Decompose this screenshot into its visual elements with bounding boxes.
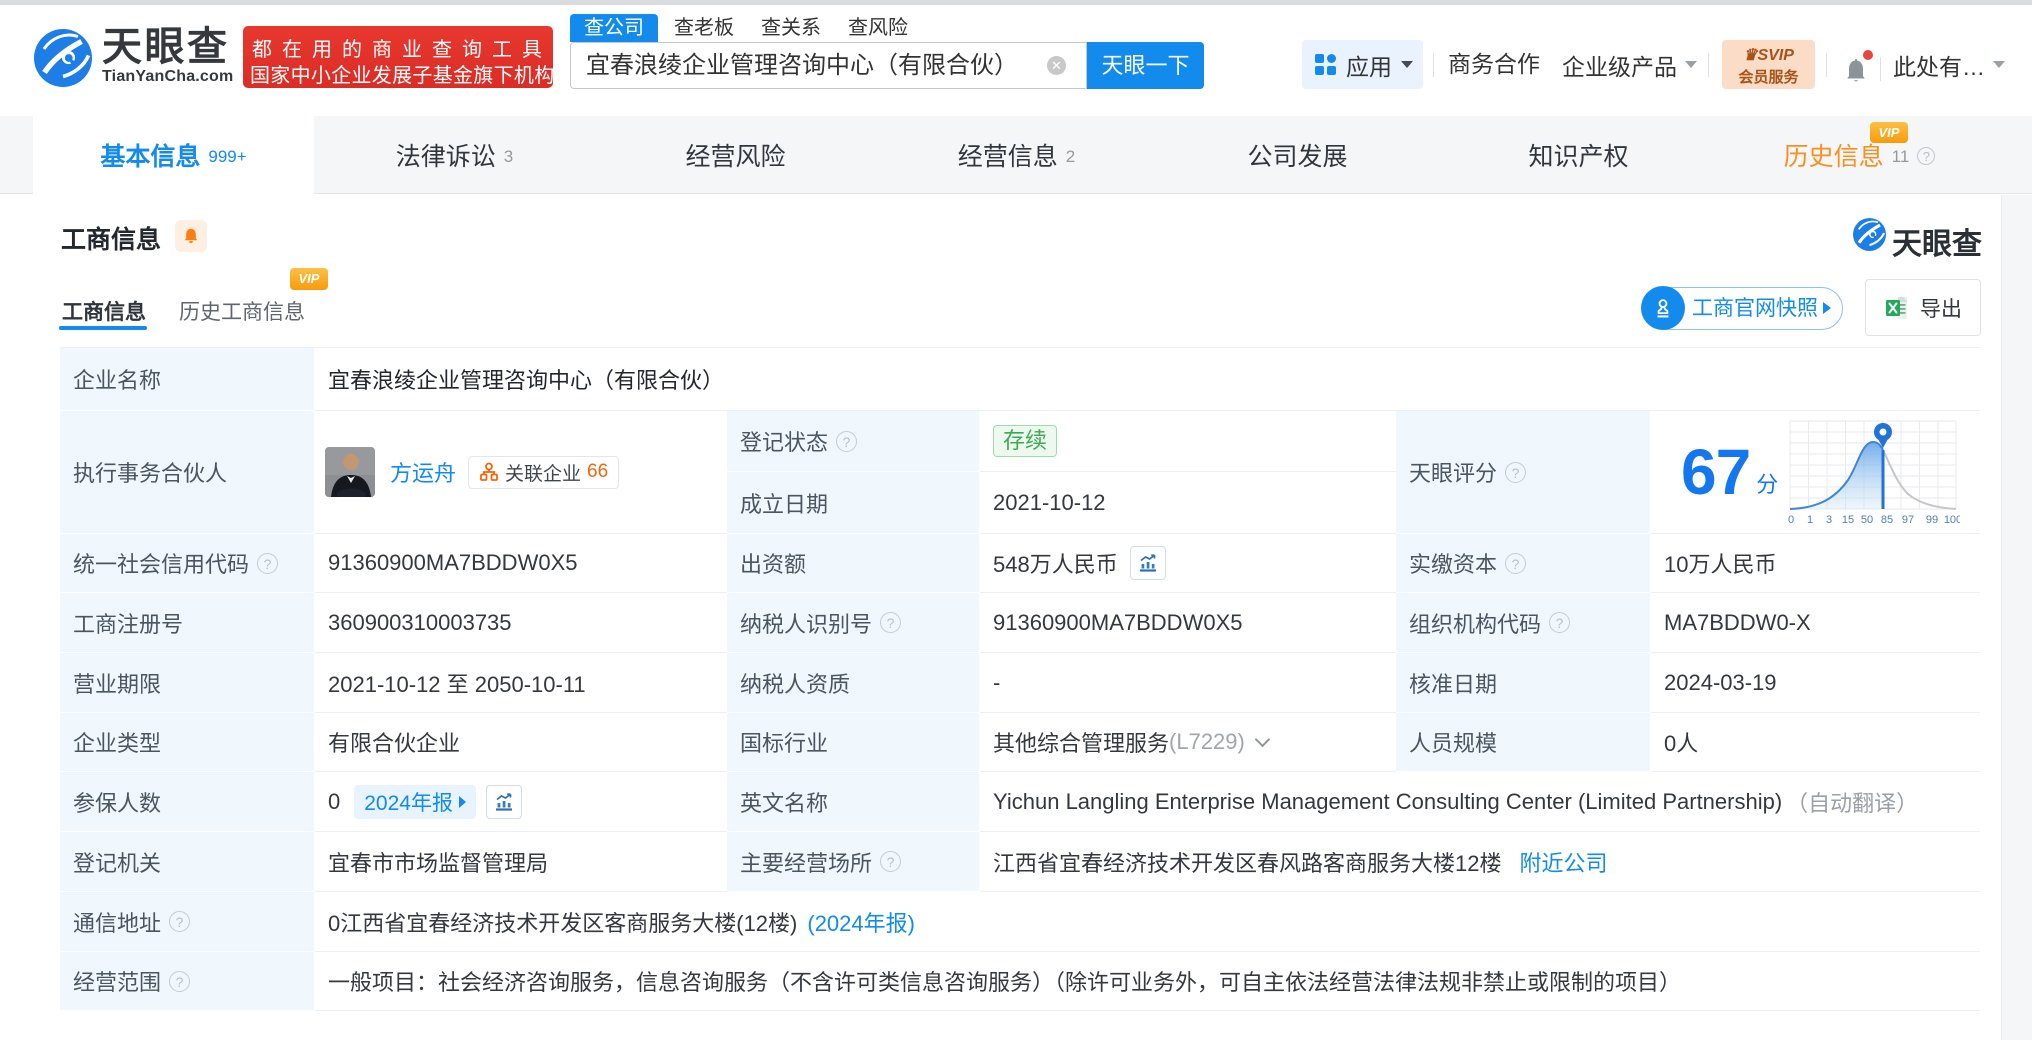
svg-text:97: 97	[1902, 514, 1914, 526]
svg-text:85: 85	[1881, 514, 1893, 526]
svg-text:3: 3	[1826, 514, 1832, 526]
svg-text:0: 0	[1788, 514, 1794, 526]
svg-text:1: 1	[1807, 514, 1813, 526]
svg-text:99: 99	[1926, 514, 1938, 526]
svg-text:100: 100	[1944, 514, 1960, 526]
svg-text:15: 15	[1842, 514, 1854, 526]
svg-text:50: 50	[1861, 514, 1873, 526]
